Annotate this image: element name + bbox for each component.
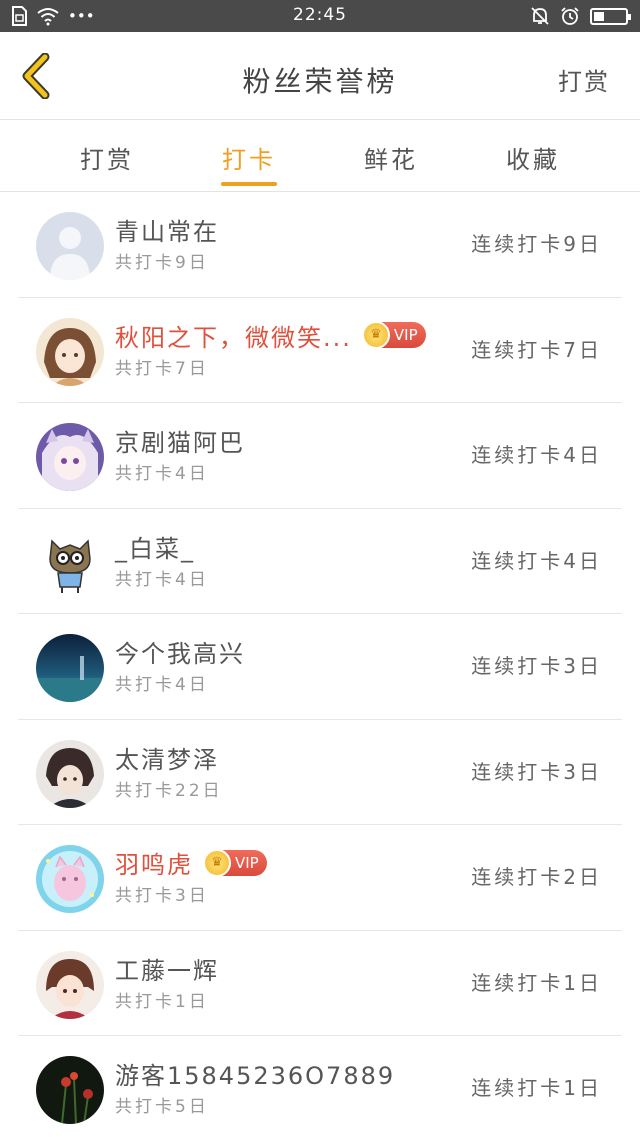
total-checkins: 共打卡4日 [115,569,209,590]
fan-list: 青山常在 共打卡9日 连续打卡9日 秋阳之下，微微笑... ♛ VIP 共打卡7日… [0,192,640,1138]
page-title: 粉丝荣誉榜 [242,65,398,98]
anime-avatar-icon [36,739,104,808]
avatar [36,845,104,913]
default-user-icon [36,212,104,280]
fan-name: 游客15845236O7889 [115,1062,396,1090]
total-checkins: 共打卡7日 [115,358,209,379]
list-item[interactable]: 今个我高兴 共打卡4日 连续打卡3日 [0,614,640,720]
active-tab-indicator [221,182,277,186]
avatar [36,1056,104,1124]
flowers-photo-icon [36,1056,104,1124]
top-bar: 粉丝荣誉榜 打赏 [0,32,640,120]
list-item[interactable]: 羽鸣虎 ♛ VIP 共打卡3日 连续打卡2日 [0,825,640,931]
cartoon-character-icon [36,528,104,597]
tab-flowers[interactable]: 鲜花 [341,140,441,175]
pink-cat-avatar-icon [36,845,104,913]
list-item[interactable]: 太清梦泽 共打卡22日 连续打卡3日 [0,720,640,826]
status-right-icons [530,6,631,26]
list-item[interactable]: 工藤一辉 共打卡1日 连续打卡1日 [0,931,640,1037]
streak-days: 连续打卡1日 [471,1076,602,1100]
fan-name: 今个我高兴 [115,640,245,668]
anime-avatar-icon [36,423,104,491]
list-item[interactable]: 京剧猫阿巴 共打卡4日 连续打卡4日 [0,403,640,509]
list-item[interactable]: _白菜_ 共打卡4日 连续打卡4日 [0,509,640,615]
total-checkins: 共打卡3日 [115,886,209,906]
total-checkins: 共打卡9日 [115,253,209,273]
total-checkins: 共打卡4日 [115,464,209,484]
list-item[interactable]: 秋阳之下，微微笑... ♛ VIP 共打卡7日 连续打卡7日 [0,298,640,404]
tab-reward[interactable]: 打赏 [57,140,157,175]
anime-avatar-icon [36,317,104,386]
list-item[interactable]: 游客15845236O7889 共打卡5日 连续打卡1日 [0,1036,640,1138]
streak-days: 连续打卡4日 [471,548,602,573]
landscape-photo-icon [36,634,104,702]
status-bar: ••• 22:45 [0,0,640,32]
streak-days: 连续打卡3日 [471,654,602,678]
reward-button[interactable]: 打赏 [558,62,610,97]
mute-bell-icon [531,7,549,25]
fan-name: _白菜_ [115,534,195,563]
total-checkins: 共打卡4日 [115,675,209,695]
tab-favorites[interactable]: 收藏 [483,140,583,175]
crown-icon: ♛ [361,321,390,349]
tab-checkin[interactable]: 打卡 [199,140,299,175]
tab-bar: 打赏 打卡 鲜花 收藏 [0,120,640,192]
fan-name: 太清梦泽 [115,745,219,774]
avatar [36,528,104,597]
fan-name: 青山常在 [115,218,219,246]
streak-days: 连续打卡3日 [471,759,602,784]
avatar [36,212,104,280]
battery-icon [590,7,631,25]
streak-days: 连续打卡2日 [471,865,602,889]
avatar [36,739,104,808]
total-checkins: 共打卡22日 [115,780,223,801]
streak-days: 连续打卡7日 [471,337,602,362]
avatar [36,317,104,386]
fan-name: 秋阳之下，微微笑... [115,323,352,352]
avatar [36,950,104,1019]
fan-name: 羽鸣虎 [115,851,193,879]
streak-days: 连续打卡9日 [471,232,602,256]
streak-days: 连续打卡1日 [471,970,602,995]
avatar [36,423,104,491]
avatar [36,634,104,702]
total-checkins: 共打卡5日 [115,1097,209,1117]
total-checkins: 共打卡1日 [115,991,209,1012]
anime-avatar-icon [36,950,104,1019]
vip-badge: ♛ VIP [361,321,426,349]
fan-name: 工藤一辉 [115,956,219,985]
streak-days: 连续打卡4日 [471,443,602,467]
list-item[interactable]: 青山常在 共打卡9日 连续打卡9日 [0,192,640,298]
vip-badge: ♛ VIP [203,848,267,877]
fan-name: 京剧猫阿巴 [115,429,245,457]
alarm-clock-icon [561,7,579,25]
crown-icon: ♛ [203,848,231,877]
